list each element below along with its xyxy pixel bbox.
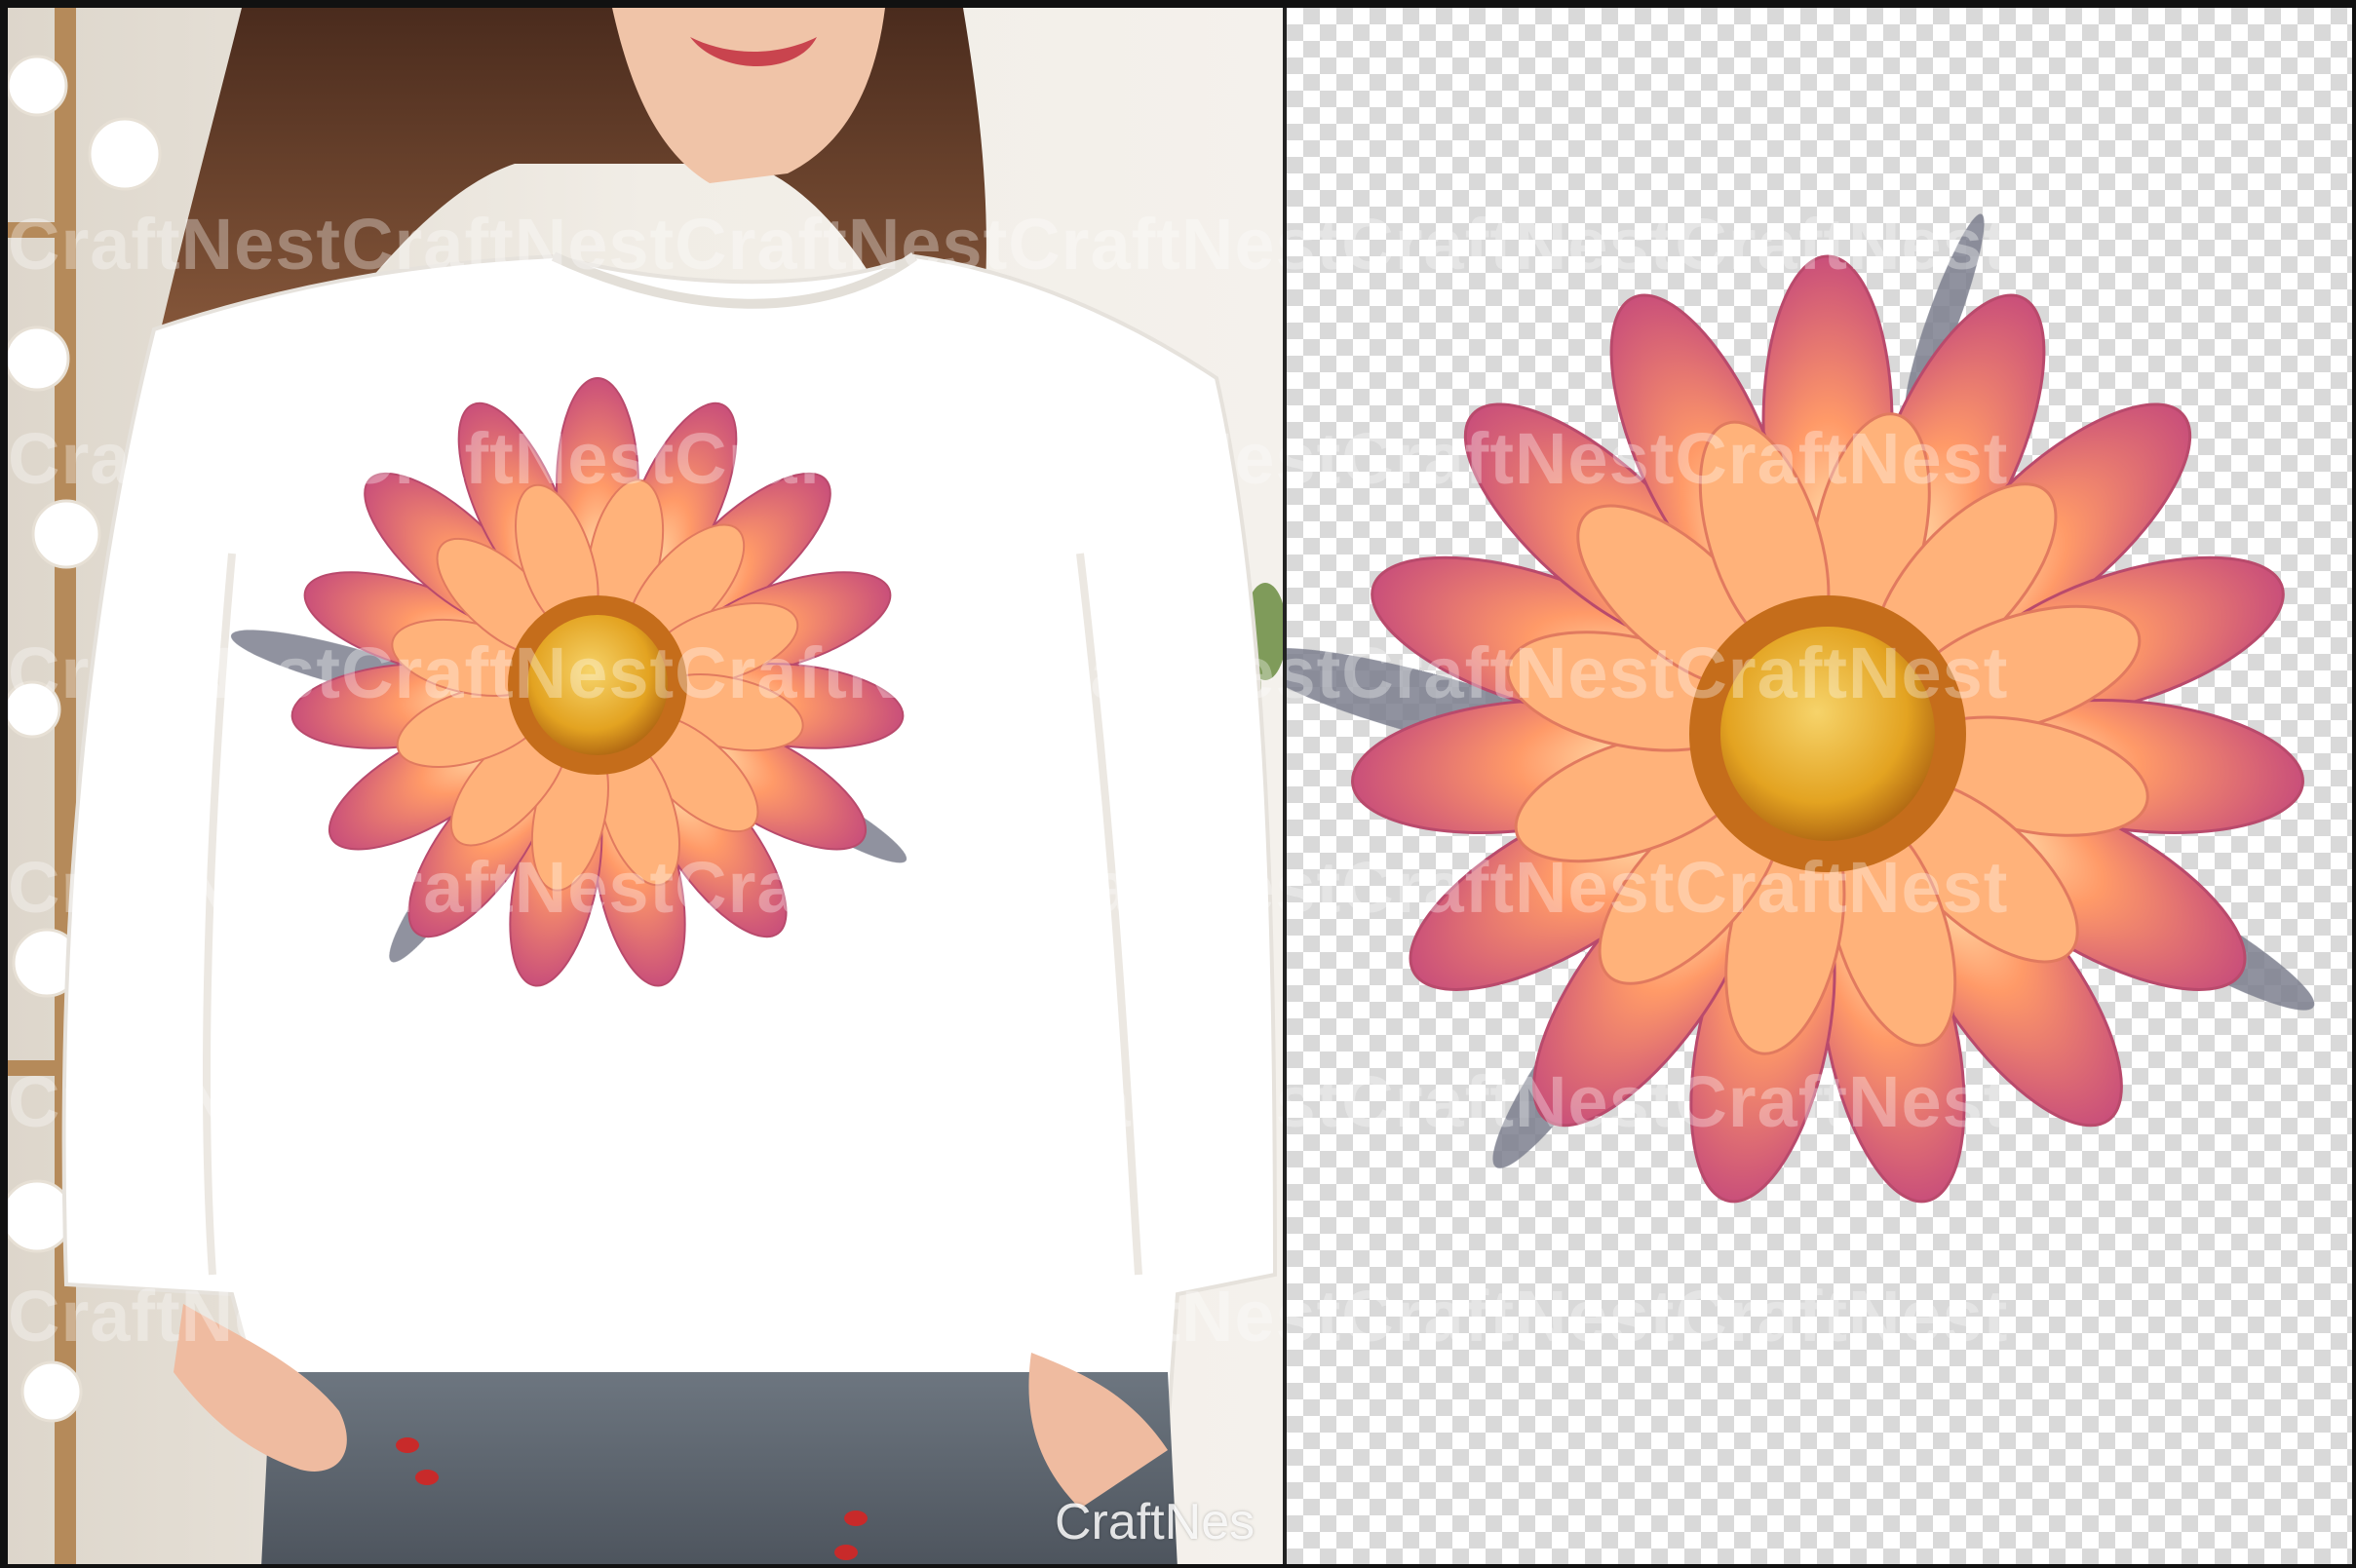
mockup-illustration <box>8 8 1283 1564</box>
flower-illustration <box>1287 213 2315 1204</box>
mockup-photo-panel: CraftNestCraftNestCraftNestCraftNestCraf… <box>8 8 1283 1564</box>
flower-center <box>527 615 668 755</box>
ladder-rung <box>8 222 76 238</box>
flower-design <box>1287 213 2315 1204</box>
image-frame: CraftNestCraftNestCraftNestCraftNestCraf… <box>0 0 2356 1568</box>
transparent-png-preview-panel: CraftNestCraftNestCraftNestCraftNestCraf… <box>1287 8 2352 1564</box>
brand-caption: CraftNes <box>1055 1494 1255 1550</box>
ladder-rail <box>55 8 76 1564</box>
flower-center <box>1720 627 1935 841</box>
